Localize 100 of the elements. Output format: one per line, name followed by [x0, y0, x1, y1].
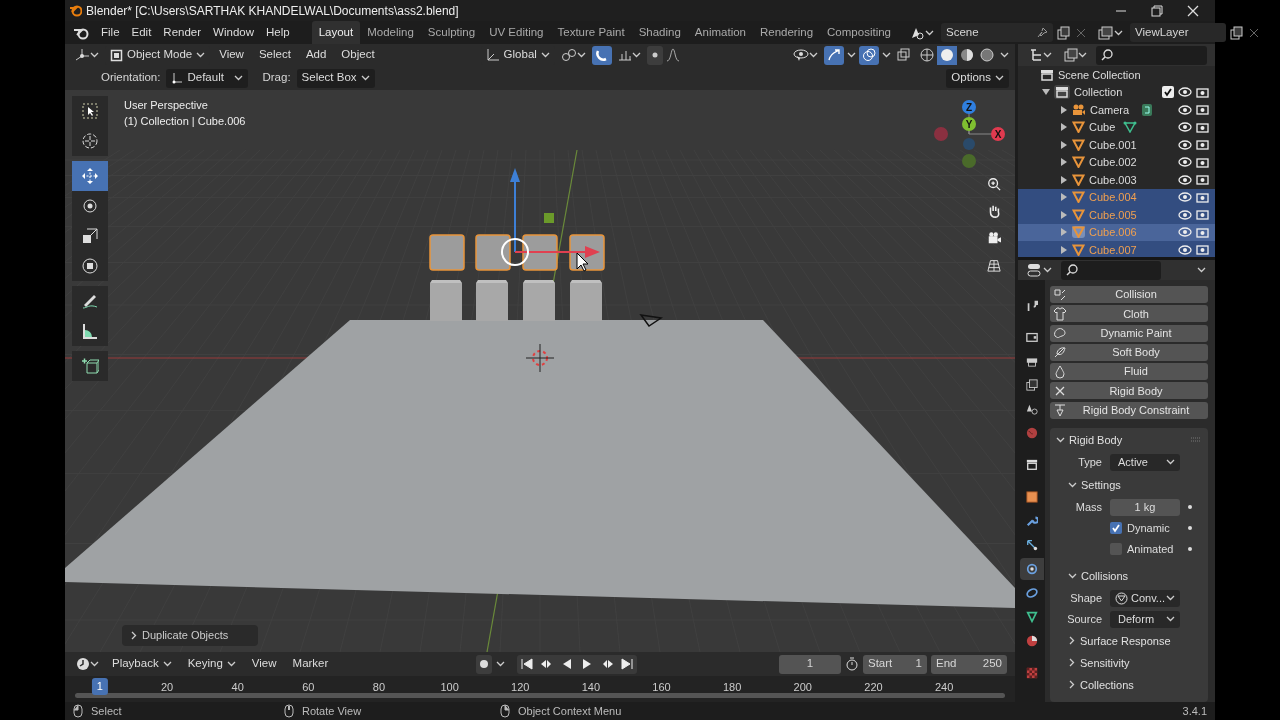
window-title: Blender* [C:\Users\SARTHAK KHANDELWAL\Documents\ass2.blend]: [86, 2, 459, 20]
current-frame-field[interactable]: 1: [779, 654, 841, 674]
orientation-pivot-dropdown[interactable]: Default: [166, 68, 249, 88]
outliner-row[interactable]: Cube.005: [1018, 206, 1215, 224]
drag-dropdown[interactable]: Select Box: [296, 68, 375, 88]
end-frame-field[interactable]: End 250: [931, 654, 1007, 674]
mass-field[interactable]: 1 kg: [1110, 498, 1180, 516]
playhead[interactable]: 1: [91, 678, 108, 695]
start-value: 1: [915, 656, 922, 672]
outliner-row[interactable]: Cube.003: [1018, 171, 1215, 189]
row-label: Cube.005: [1089, 207, 1137, 223]
frame-tick-label: 220: [864, 680, 883, 695]
subpanel-header[interactable]: Sensitivity: [1058, 651, 1136, 674]
workspace-tab[interactable]: Rendering: [753, 20, 821, 45]
row-label: Cube.004: [1089, 190, 1137, 205]
scene-field[interactable]: Scene: [941, 23, 1053, 42]
menu-item[interactable]: View: [245, 655, 283, 673]
y-axis-handle[interactable]: Y: [962, 117, 976, 131]
menu-item[interactable]: Playback: [106, 655, 178, 673]
version-label: 3.4.1: [1182, 703, 1207, 719]
menu-item[interactable]: Object: [335, 46, 381, 64]
frame-tick-label: 140: [581, 680, 601, 695]
physics-button[interactable]: Fluid: [1050, 363, 1208, 381]
row-label: Camera: [1090, 102, 1130, 118]
outliner-row[interactable]: Collection: [1018, 83, 1215, 101]
workspace-tab[interactable]: Sculpting: [420, 20, 483, 45]
workspace-tab[interactable]: Modeling: [360, 20, 421, 45]
last-operator-panel[interactable]: Duplicate Objects: [122, 625, 258, 646]
workspace-tab[interactable]: Layout: [311, 20, 361, 45]
menu-item[interactable]: Help: [260, 23, 296, 42]
end-value: 250: [982, 656, 1002, 672]
z-axis-handle[interactable]: Z: [962, 100, 976, 114]
field-label: Mass: [1074, 500, 1103, 516]
menu-item[interactable]: File: [95, 23, 126, 42]
checkbox[interactable]: Animated: [1110, 541, 1180, 558]
subpanel-header[interactable]: Surface Response: [1058, 629, 1177, 652]
status-hint: Rotate View: [302, 703, 362, 719]
field-label: Type: [1077, 455, 1103, 471]
subpanel-header[interactable]: Collections: [1058, 673, 1140, 696]
drag-label: Drag:: [262, 70, 291, 86]
menu-item[interactable]: View: [213, 46, 250, 64]
status-hint: Object Context Menu: [518, 703, 622, 719]
start-label: Start: [868, 656, 893, 672]
view-layer-field[interactable]: ViewLayer: [1130, 23, 1226, 42]
outliner-row[interactable]: Cube: [1018, 118, 1215, 136]
physics-button[interactable]: Dynamic Paint: [1050, 324, 1208, 342]
status-hint: Select: [91, 703, 122, 719]
orientation-label: Orientation:: [101, 70, 161, 86]
row-label: Collection: [1074, 85, 1124, 100]
x-axis-handle[interactable]: X: [991, 127, 1005, 141]
physics-button[interactable]: Rigid Body Constraint: [1050, 401, 1208, 419]
menu-item[interactable]: Select: [252, 46, 297, 64]
shape-dropdown[interactable]: Conv...: [1110, 589, 1180, 607]
outliner-row[interactable]: Scene Collection: [1018, 66, 1215, 84]
outliner-row[interactable]: Camera: [1018, 101, 1215, 119]
subpanel-header[interactable]: Settings: [1058, 472, 1127, 497]
active-object-label: (1) Collection | Cube.006: [124, 114, 246, 129]
options-dropdown[interactable]: Options: [946, 68, 1009, 88]
menu-item[interactable]: Window: [207, 23, 260, 42]
end-label: End: [936, 656, 957, 672]
source-dropdown[interactable]: Deform: [1110, 610, 1180, 628]
frame-tick-label: 200: [793, 680, 812, 695]
workspace-tab[interactable]: Texture Paint: [550, 20, 632, 45]
outliner-row[interactable]: Cube.001: [1018, 136, 1215, 154]
menu-item[interactable]: Marker: [286, 655, 335, 673]
row-label: Cube.006: [1089, 225, 1137, 240]
frame-tick-label: 180: [723, 680, 742, 695]
workspace-tab[interactable]: Animation: [687, 20, 753, 45]
frame-tick-label: 20: [160, 680, 174, 695]
outliner-row[interactable]: Cube.004: [1018, 188, 1215, 206]
view-layer-name: ViewLayer: [1135, 24, 1189, 40]
workspace-tab[interactable]: Compositing: [820, 20, 898, 45]
row-label: Scene Collection: [1058, 67, 1141, 83]
physics-button[interactable]: Soft Body: [1050, 343, 1208, 361]
subpanel-header[interactable]: Collisions: [1058, 563, 1135, 588]
panel-header[interactable]: Rigid Body: [1050, 427, 1208, 452]
frame-tick-label: 40: [231, 680, 244, 695]
frame-tick-label: 100: [440, 680, 459, 695]
field-label: Shape: [1069, 591, 1103, 607]
menu-item[interactable]: Keying: [181, 655, 242, 673]
row-label: Cube: [1089, 120, 1116, 135]
menu-item[interactable]: Edit: [125, 23, 158, 42]
menu-item[interactable]: Add: [299, 46, 333, 64]
checkbox[interactable]: Dynamic: [1110, 520, 1180, 537]
row-label: Cube.007: [1089, 242, 1137, 257]
physics-button[interactable]: Collision: [1050, 286, 1208, 303]
outliner-row[interactable]: Cube.002: [1018, 153, 1215, 171]
frame-tick-label: 80: [372, 680, 386, 695]
start-frame-field[interactable]: Start 1: [863, 654, 927, 674]
physics-button[interactable]: Rigid Body: [1050, 382, 1208, 400]
view-name: User Perspective: [124, 98, 209, 113]
frame-tick-label: 240: [934, 680, 954, 695]
outliner-row[interactable]: Cube.007: [1018, 241, 1215, 257]
menu-item[interactable]: Render: [157, 23, 208, 42]
physics-button[interactable]: Cloth: [1050, 305, 1208, 323]
workspace-tab[interactable]: UV Editing: [482, 20, 551, 45]
field-label: Source: [1066, 612, 1103, 628]
frame-tick-label: 60: [302, 680, 315, 695]
workspace-tab[interactable]: Shading: [631, 20, 688, 45]
type-dropdown[interactable]: Active: [1110, 453, 1180, 471]
